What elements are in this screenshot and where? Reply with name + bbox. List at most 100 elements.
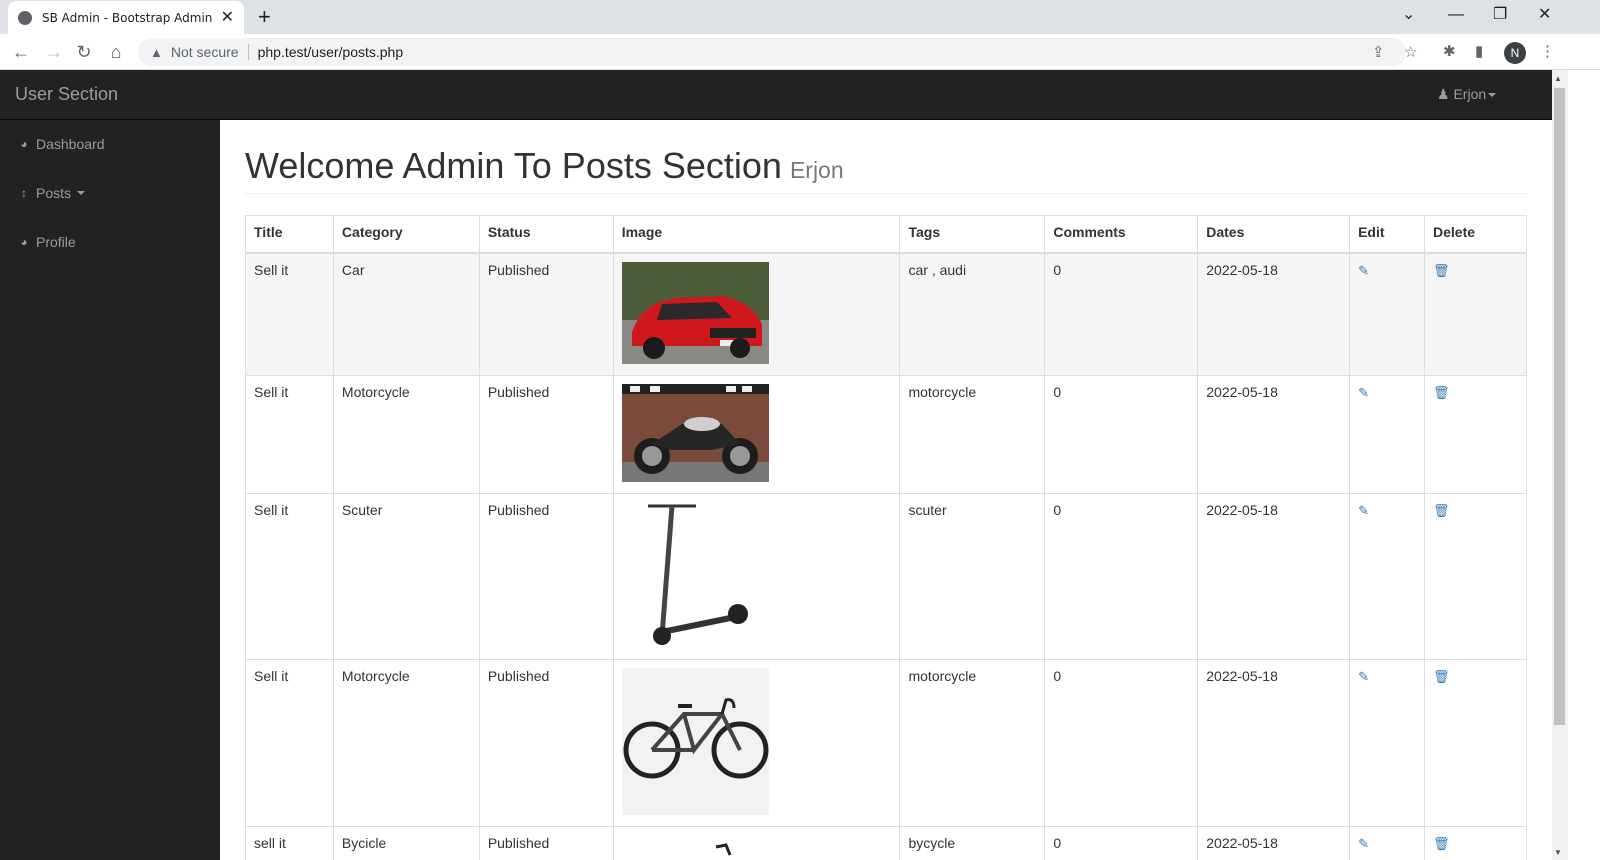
home-icon[interactable]: ⌂	[104, 40, 128, 64]
column-header: Delete	[1424, 215, 1527, 254]
post-date: 2022-05-18	[1197, 374, 1351, 494]
restore-button[interactable]: ❐	[1493, 4, 1507, 26]
page-header: Welcome Admin To Posts Section Erjon	[245, 146, 1527, 194]
side-panel-icon[interactable]: ▮	[1475, 42, 1483, 60]
trash-icon[interactable]: 🗑	[1433, 503, 1450, 518]
caret-down-icon	[77, 191, 86, 195]
post-status: Published	[478, 374, 614, 494]
edit-icon[interactable]: ✎	[1358, 836, 1369, 851]
warning-icon: ▲	[150, 44, 163, 60]
brand-link[interactable]: User Section	[15, 84, 118, 105]
car-image	[621, 261, 769, 364]
motorcycle-image	[621, 383, 769, 482]
main-content: Welcome Admin To Posts Section Erjon Titl…	[220, 120, 1552, 860]
star-icon[interactable]: ☆	[1404, 43, 1417, 61]
post-image-cell	[612, 492, 901, 660]
trash-icon[interactable]: 🗑	[1433, 385, 1450, 400]
column-header: Image	[612, 215, 901, 254]
delete-cell: 🗑	[1424, 825, 1527, 860]
scroll-down-icon[interactable]: ▼	[1554, 848, 1562, 857]
tab-title: SB Admin - Bootstrap Admin Ten	[42, 10, 215, 25]
address-bar[interactable]: ▲ Not secure php.test/user/posts.php ⇪ ☆	[138, 38, 1417, 66]
tab-search-icon[interactable]: ⌄	[1402, 4, 1415, 26]
close-tab-icon[interactable]: ✕	[221, 9, 234, 26]
post-image-cell	[612, 658, 901, 827]
trash-icon[interactable]: 🗑	[1433, 669, 1450, 684]
edit-cell: ✎	[1349, 825, 1426, 860]
post-tags: scuter	[899, 492, 1046, 660]
edit-icon[interactable]: ✎	[1358, 669, 1369, 684]
close-window-button[interactable]: ✕	[1538, 4, 1551, 26]
sidebar-item-dashboard[interactable]: ◕ Dashboard	[17, 136, 105, 152]
post-tags: car , audi	[899, 252, 1046, 376]
post-comments: 0	[1044, 825, 1199, 860]
edit-icon[interactable]: ✎	[1358, 503, 1369, 518]
avatar[interactable]: N	[1504, 42, 1526, 64]
top-navbar: User Section ♟ Erjon	[0, 70, 1552, 120]
column-header: Edit	[1349, 215, 1426, 254]
minimize-button[interactable]: —	[1448, 4, 1464, 26]
new-tab-button[interactable]: +	[258, 4, 271, 30]
edit-icon[interactable]: ✎	[1358, 263, 1369, 278]
post-date: 2022-05-18	[1197, 825, 1351, 860]
sidebar-item-label: Profile	[36, 234, 76, 250]
sidebar-item-label: Posts	[36, 185, 72, 201]
post-title: Sell it	[245, 492, 334, 660]
post-comments: 0	[1044, 658, 1199, 827]
post-status: Published	[478, 825, 614, 860]
post-date: 2022-05-18	[1197, 658, 1351, 827]
delete-cell: 🗑	[1424, 252, 1527, 376]
table-header-row: Title Category Status Image Tags Comment…	[245, 215, 1527, 254]
scrollbar-thumb[interactable]	[1554, 88, 1565, 725]
post-tags: bycycle	[899, 825, 1046, 860]
delete-cell: 🗑	[1424, 492, 1527, 660]
post-status: Published	[478, 658, 614, 827]
back-icon[interactable]: ←	[9, 40, 33, 64]
globe-icon	[18, 10, 32, 25]
edit-cell: ✎	[1349, 252, 1426, 376]
scroll-up-icon[interactable]: ▲	[1554, 74, 1562, 83]
post-category: Motorcycle	[332, 374, 480, 494]
post-status: Published	[478, 492, 614, 660]
table-row: Sell it Motorcycle Published motorcycle …	[245, 374, 1527, 494]
bicycle-image	[621, 834, 769, 860]
post-comments: 0	[1044, 492, 1199, 660]
column-header: Title	[245, 215, 334, 254]
user-dropdown[interactable]: ♟ Erjon	[1437, 86, 1497, 103]
post-category: Motorcycle	[332, 658, 480, 827]
delete-cell: 🗑	[1424, 374, 1527, 494]
delete-cell: 🗑	[1424, 658, 1527, 827]
post-category: Scuter	[332, 492, 480, 660]
bicycle-image	[621, 667, 769, 815]
post-image-cell	[612, 374, 901, 494]
table-row: sell it Bycicle Published bycycle 0 2022…	[245, 825, 1527, 860]
more-menu-icon[interactable]: ⋮	[1540, 42, 1555, 60]
post-status: Published	[478, 252, 614, 376]
divider	[247, 44, 249, 60]
trash-icon[interactable]: 🗑	[1433, 263, 1450, 278]
browser-tab[interactable]: SB Admin - Bootstrap Admin Ten ✕	[8, 1, 244, 34]
share-icon[interactable]: ⇪	[1372, 43, 1385, 61]
post-category: Car	[332, 252, 480, 376]
security-label: Not secure	[170, 44, 239, 60]
user-name: Erjon	[1453, 86, 1487, 102]
extensions-icon[interactable]: ✱	[1443, 42, 1456, 60]
post-tags: motorcycle	[899, 658, 1046, 827]
edit-cell: ✎	[1349, 374, 1426, 494]
user-icon: ♟	[1437, 86, 1450, 102]
column-header: Tags	[899, 215, 1046, 254]
trash-icon[interactable]: 🗑	[1433, 836, 1450, 851]
table-row: Sell it Car Published car , audi 0 2022-…	[245, 252, 1527, 376]
sidebar-item-label: Dashboard	[36, 136, 105, 152]
reload-icon[interactable]: ↻	[72, 40, 96, 64]
scooter-image	[621, 501, 769, 648]
forward-icon[interactable]: →	[42, 40, 66, 64]
sidebar-item-posts[interactable]: ↕ Posts	[17, 185, 86, 201]
post-title: Sell it	[245, 658, 334, 827]
sidebar-item-profile[interactable]: ◕ Profile	[17, 234, 76, 250]
browser-toolbar: ← → ↻ ⌂ ▲ Not secure php.test/user/posts…	[0, 34, 1600, 70]
dashboard-icon: ◕	[20, 235, 28, 249]
post-comments: 0	[1044, 252, 1199, 376]
url-text[interactable]: php.test/user/posts.php	[258, 44, 404, 60]
edit-icon[interactable]: ✎	[1358, 385, 1369, 400]
